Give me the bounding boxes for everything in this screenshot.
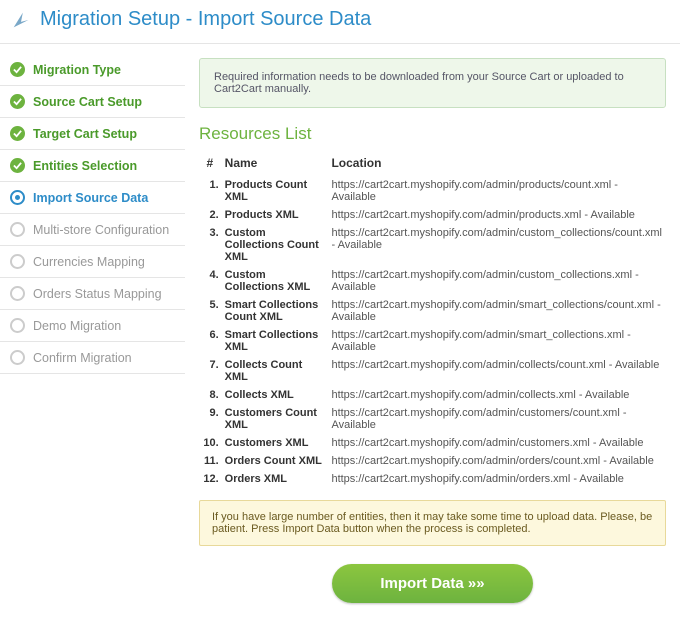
resource-location: https://cart2cart.myshopify.com/admin/sm… (327, 296, 666, 326)
resource-name: Collects XML (221, 386, 328, 404)
page-title: Migration Setup - Import Source Data (40, 8, 371, 31)
step-label: Currencies Mapping (33, 255, 145, 269)
pending-step-icon (10, 254, 25, 269)
migration-arrow-icon (10, 9, 32, 31)
step-item[interactable]: Source Cart Setup (0, 86, 185, 118)
resource-name: Products XML (221, 206, 328, 224)
steps-sidebar: Migration Type Source Cart Setup Target Ca… (0, 44, 185, 623)
resource-name: Customers XML (221, 434, 328, 452)
pending-step-icon (10, 286, 25, 301)
step-label: Multi-store Configuration (33, 223, 169, 237)
table-row: 2.Products XMLhttps://cart2cart.myshopif… (199, 206, 666, 224)
resource-location: https://cart2cart.myshopify.com/admin/cu… (327, 404, 666, 434)
resources-table: # Name Location 1.Products Count XMLhttp… (199, 152, 666, 488)
resources-title: Resources List (199, 124, 666, 144)
resource-location: https://cart2cart.myshopify.com/admin/co… (327, 356, 666, 386)
step-label: Migration Type (33, 63, 121, 77)
table-row: 10.Customers XMLhttps://cart2cart.myshop… (199, 434, 666, 452)
step-item[interactable]: Orders Status Mapping (0, 278, 185, 310)
resource-location: https://cart2cart.myshopify.com/admin/pr… (327, 176, 666, 206)
pending-step-icon (10, 222, 25, 237)
resource-location: https://cart2cart.myshopify.com/admin/cu… (327, 266, 666, 296)
row-number: 6. (199, 326, 221, 356)
table-row: 1.Products Count XMLhttps://cart2cart.my… (199, 176, 666, 206)
resource-location: https://cart2cart.myshopify.com/admin/pr… (327, 206, 666, 224)
table-row: 12.Orders XMLhttps://cart2cart.myshopify… (199, 470, 666, 488)
step-item[interactable]: Confirm Migration (0, 342, 185, 374)
check-icon (10, 94, 25, 109)
check-icon (10, 158, 25, 173)
step-label: Orders Status Mapping (33, 287, 162, 301)
table-row: 8.Collects XMLhttps://cart2cart.myshopif… (199, 386, 666, 404)
resource-name: Orders XML (221, 470, 328, 488)
resource-location: https://cart2cart.myshopify.com/admin/cu… (327, 224, 666, 266)
table-row: 7.Collects Count XMLhttps://cart2cart.my… (199, 356, 666, 386)
row-number: 10. (199, 434, 221, 452)
row-number: 4. (199, 266, 221, 296)
step-label: Entities Selection (33, 159, 137, 173)
resource-location: https://cart2cart.myshopify.com/admin/sm… (327, 326, 666, 356)
step-label: Demo Migration (33, 319, 121, 333)
row-number: 8. (199, 386, 221, 404)
step-item[interactable]: Target Cart Setup (0, 118, 185, 150)
resource-name: Collects Count XML (221, 356, 328, 386)
resource-name: Smart Collections XML (221, 326, 328, 356)
resource-location: https://cart2cart.myshopify.com/admin/co… (327, 386, 666, 404)
row-number: 1. (199, 176, 221, 206)
table-row: 9.Customers Count XMLhttps://cart2cart.m… (199, 404, 666, 434)
resource-location: https://cart2cart.myshopify.com/admin/or… (327, 470, 666, 488)
table-row: 4.Custom Collections XMLhttps://cart2car… (199, 266, 666, 296)
check-icon (10, 62, 25, 77)
info-message: Required information needs to be downloa… (199, 58, 666, 108)
step-label: Target Cart Setup (33, 127, 137, 141)
row-number: 9. (199, 404, 221, 434)
step-item[interactable]: Currencies Mapping (0, 246, 185, 278)
col-name: Name (221, 152, 328, 176)
resource-location: https://cart2cart.myshopify.com/admin/cu… (327, 434, 666, 452)
pending-step-icon (10, 318, 25, 333)
step-label: Source Cart Setup (33, 95, 142, 109)
pending-step-icon (10, 350, 25, 365)
resource-name: Customers Count XML (221, 404, 328, 434)
row-number: 3. (199, 224, 221, 266)
row-number: 12. (199, 470, 221, 488)
table-row: 3.Custom Collections Count XMLhttps://ca… (199, 224, 666, 266)
import-data-button[interactable]: Import Data »» (332, 564, 532, 603)
active-step-icon (10, 190, 25, 205)
table-row: 5.Smart Collections Count XMLhttps://car… (199, 296, 666, 326)
main-panel: Required information needs to be downloa… (185, 44, 680, 623)
row-number: 2. (199, 206, 221, 224)
table-row: 6.Smart Collections XMLhttps://cart2cart… (199, 326, 666, 356)
resource-name: Custom Collections XML (221, 266, 328, 296)
warning-message: If you have large number of entities, th… (199, 500, 666, 546)
step-item[interactable]: Entities Selection (0, 150, 185, 182)
row-number: 5. (199, 296, 221, 326)
resource-name: Smart Collections Count XML (221, 296, 328, 326)
page-header: Migration Setup - Import Source Data (0, 0, 680, 44)
step-label: Confirm Migration (33, 351, 132, 365)
step-item[interactable]: Migration Type (0, 54, 185, 86)
row-number: 7. (199, 356, 221, 386)
row-number: 11. (199, 452, 221, 470)
resource-name: Custom Collections Count XML (221, 224, 328, 266)
col-location: Location (327, 152, 666, 176)
col-num: # (199, 152, 221, 176)
check-icon (10, 126, 25, 141)
step-item[interactable]: Multi-store Configuration (0, 214, 185, 246)
step-item[interactable]: Demo Migration (0, 310, 185, 342)
resource-name: Products Count XML (221, 176, 328, 206)
resource-name: Orders Count XML (221, 452, 328, 470)
table-row: 11.Orders Count XMLhttps://cart2cart.mys… (199, 452, 666, 470)
step-label: Import Source Data (33, 191, 148, 205)
step-item[interactable]: Import Source Data (0, 182, 185, 214)
resource-location: https://cart2cart.myshopify.com/admin/or… (327, 452, 666, 470)
